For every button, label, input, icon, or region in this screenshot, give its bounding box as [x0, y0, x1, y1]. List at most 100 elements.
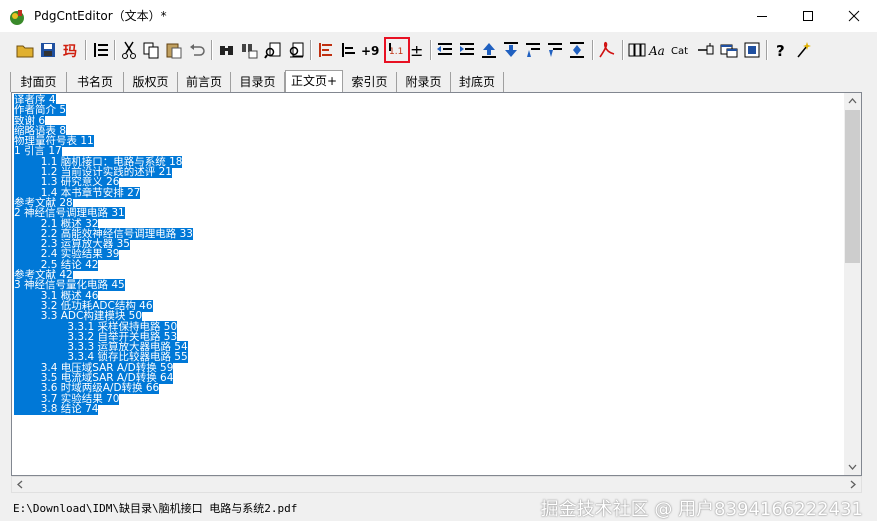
page-number-button[interactable]: 1.1	[384, 37, 410, 63]
tab-body[interactable]: 正文页+	[285, 70, 343, 92]
svg-text:Aa: Aa	[648, 44, 665, 58]
indent-list-icon	[94, 43, 108, 57]
chevron-left-icon	[17, 480, 23, 489]
help-icon: ?	[776, 42, 785, 60]
chevron-up-icon	[848, 98, 857, 104]
scroll-thumb[interactable]	[845, 110, 860, 263]
vertical-scrollbar[interactable]	[844, 93, 861, 475]
find-button[interactable]	[216, 39, 238, 61]
tab-preface[interactable]: 前言页	[178, 72, 231, 92]
page-number-icon: 1.1	[389, 43, 403, 57]
tab-cover[interactable]: 封面页	[10, 72, 67, 92]
maximize-icon	[803, 11, 813, 21]
plus-minus-button[interactable]: ±	[406, 39, 428, 61]
find-icon	[220, 46, 233, 55]
tab-appendix[interactable]: 附录页	[397, 72, 451, 92]
copy-button[interactable]	[140, 39, 162, 61]
export-button[interactable]	[741, 39, 763, 61]
text-editor[interactable]: 译者序 4 作者简介 5 致谢 6 缩略语表 8 物理量符号表 11 1 引言 17 1.…	[11, 92, 862, 476]
cut-icon	[122, 41, 136, 59]
chevron-down-icon	[848, 464, 857, 470]
magic-icon	[797, 42, 811, 58]
indent-list-button[interactable]	[90, 39, 112, 61]
expand-icon	[570, 42, 584, 58]
minimize-button[interactable]	[739, 0, 785, 32]
section-tabs: 封面页 书名页 版权页 前言页 目录页 正文页+ 索引页 附录页 封底页	[10, 70, 870, 92]
align-right-button[interactable]	[337, 39, 359, 61]
svg-text:Cat: Cat	[671, 46, 688, 57]
align-right-icon	[342, 43, 355, 57]
file-path: E:\Download\IDM\缺目录\脑机接口 电路与系统2.pdf	[13, 502, 298, 515]
undo-button[interactable]	[186, 39, 208, 61]
svg-text:±: ±	[410, 41, 423, 60]
indent-button[interactable]	[456, 39, 478, 61]
level-up-button[interactable]	[522, 39, 544, 61]
find-page-button[interactable]	[262, 39, 284, 61]
outdent-button[interactable]	[434, 39, 456, 61]
cat-button[interactable]: Cat	[671, 39, 693, 61]
font-button[interactable]: Aa	[648, 39, 670, 61]
tab-back-cover[interactable]: 封底页	[451, 72, 504, 92]
find-next-page-icon	[289, 42, 304, 58]
watermark: 掘金技术社区 @ 用户8394166222431	[540, 499, 863, 520]
export-icon	[744, 42, 760, 58]
close-button[interactable]	[831, 0, 877, 32]
paste-icon	[166, 43, 182, 59]
move-up-button[interactable]	[478, 39, 500, 61]
align-left-icon	[319, 43, 332, 57]
link-button[interactable]	[695, 39, 717, 61]
editor-lines: 译者序 4 作者简介 5 致谢 6 缩略语表 8 物理量符号表 11 1 引言 17 1.…	[14, 94, 193, 415]
level-down-icon	[548, 43, 562, 57]
columns-icon	[628, 43, 646, 57]
chevron-right-icon	[850, 480, 856, 489]
add-number-button[interactable]: +9	[360, 39, 382, 61]
level-down-button[interactable]	[544, 39, 566, 61]
tab-contents[interactable]: 目录页	[231, 72, 285, 92]
undo-icon	[190, 44, 205, 56]
title-bar: PdgCntEditor（文本）*	[0, 0, 877, 32]
maximize-button[interactable]	[785, 0, 831, 32]
horizontal-scrollbar[interactable]	[11, 476, 862, 493]
tab-title-page[interactable]: 书名页	[67, 72, 124, 92]
paste-button[interactable]	[163, 39, 185, 61]
find-next-page-button[interactable]	[285, 39, 307, 61]
pdf-icon	[599, 41, 615, 58]
open-button[interactable]	[14, 39, 36, 61]
move-up-icon	[482, 43, 496, 58]
svg-text:1.1: 1.1	[389, 47, 403, 57]
scroll-up-button[interactable]	[844, 93, 861, 110]
help-button[interactable]: ?	[770, 39, 792, 61]
find-page-icon	[264, 42, 281, 59]
tab-copyright[interactable]: 版权页	[124, 72, 178, 92]
save-button[interactable]	[37, 39, 59, 61]
link-icon	[698, 43, 714, 55]
status-bar: E:\Download\IDM\缺目录\脑机接口 电路与系统2.pdf 掘金技术…	[0, 493, 877, 521]
open-icon	[16, 45, 34, 58]
move-down-button[interactable]	[500, 39, 522, 61]
chinese-ma-icon: 玛	[63, 44, 77, 60]
expand-button[interactable]	[566, 39, 588, 61]
tab-index[interactable]: 索引页	[343, 72, 397, 92]
columns-button[interactable]	[626, 39, 648, 61]
magic-button[interactable]	[793, 39, 815, 61]
window-title: PdgCntEditor（文本）*	[34, 9, 167, 23]
scroll-down-button[interactable]	[844, 458, 861, 475]
content-line: 3.8 结论 74	[14, 402, 193, 415]
outdent-icon	[437, 43, 452, 55]
toolbar: 玛 +9 1.1 ± Aa Cat ?	[0, 36, 877, 68]
pdf-button[interactable]	[596, 39, 618, 61]
cut-button[interactable]	[118, 39, 140, 61]
window-button[interactable]	[718, 39, 740, 61]
window-icon	[720, 44, 738, 58]
scroll-right-button[interactable]	[844, 477, 861, 492]
indent-icon	[460, 43, 474, 55]
add-number-icon: +9	[361, 44, 379, 58]
save-icon	[41, 43, 55, 57]
find-replace-button[interactable]	[239, 39, 261, 61]
scroll-left-button[interactable]	[12, 477, 29, 492]
copy-icon	[143, 42, 159, 59]
align-left-button[interactable]	[314, 39, 336, 61]
content-line: 3.3 ADC构建模块 50	[14, 310, 193, 323]
chinese-ma-button[interactable]: 玛	[60, 39, 82, 61]
find-replace-icon	[242, 44, 258, 59]
